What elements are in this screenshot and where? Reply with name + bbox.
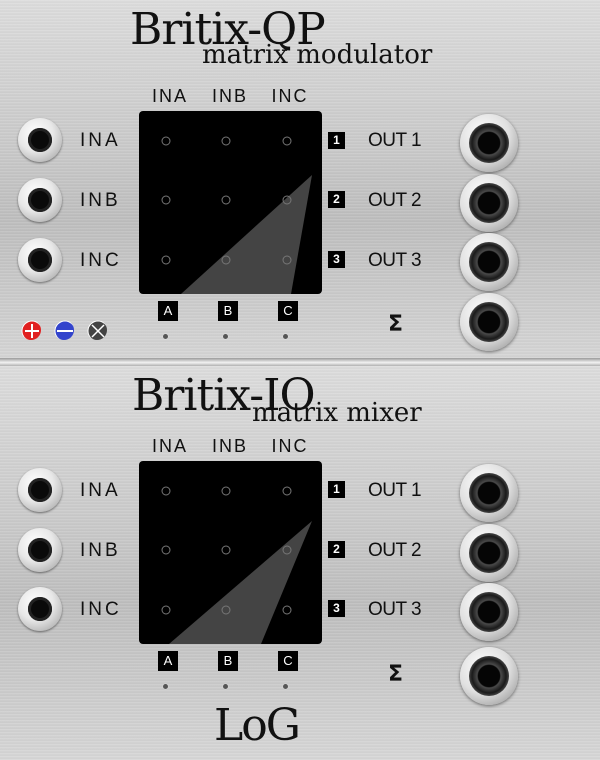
row-number-2: 2: [328, 191, 345, 208]
input-jack-ina[interactable]: [18, 468, 62, 512]
matrix-node[interactable]: [282, 486, 292, 496]
matrix-node[interactable]: [161, 605, 171, 615]
output-jack-sum[interactable]: [460, 293, 518, 351]
output-jack-2[interactable]: [460, 174, 518, 232]
output-label-1: OUT 1: [368, 480, 422, 501]
module-britix-qp: Britix-QP matrix modulator INA INB INC I…: [0, 0, 600, 366]
output-label-3: OUT 3: [368, 599, 422, 620]
column-letter-c: C: [278, 651, 298, 671]
matrix-node[interactable]: [161, 195, 171, 205]
brand-logo: LoG: [214, 700, 301, 751]
cross-icon: [87, 320, 107, 340]
column-label-ina: INA: [151, 436, 188, 456]
matrix-grid[interactable]: [139, 111, 322, 294]
input-jack-inc[interactable]: [18, 238, 62, 282]
output-jack-3[interactable]: [460, 233, 518, 291]
matrix-node[interactable]: [161, 136, 171, 146]
output-jack-1[interactable]: [460, 114, 518, 172]
output-label-3: OUT 3: [368, 250, 422, 271]
matrix-node[interactable]: [221, 195, 231, 205]
matrix-node[interactable]: [161, 255, 171, 265]
row-number-2: 2: [328, 541, 345, 558]
led-c: [283, 334, 288, 339]
input-jack-ina[interactable]: [18, 118, 62, 162]
matrix-node[interactable]: [221, 136, 231, 146]
input-label-inb: INB: [80, 190, 121, 211]
led-c: [283, 684, 288, 689]
output-jack-sum[interactable]: [460, 647, 518, 705]
row-number-1: 1: [328, 481, 345, 498]
input-label-ina: INA: [80, 480, 121, 501]
matrix-node[interactable]: [282, 605, 292, 615]
input-label-inc: INC: [80, 599, 122, 620]
led-a: [163, 684, 168, 689]
input-label-inb: INB: [80, 540, 121, 561]
led-a: [163, 334, 168, 339]
output-label-1: OUT 1: [368, 130, 422, 151]
matrix-node[interactable]: [221, 545, 231, 555]
input-label-ina: INA: [80, 130, 121, 151]
output-jack-2[interactable]: [460, 524, 518, 582]
matrix-node[interactable]: [161, 545, 171, 555]
column-letter-a: A: [158, 651, 178, 671]
sum-symbol: Σ: [388, 312, 404, 337]
column-letter-c: C: [278, 301, 298, 321]
module-britix-io: Britix-IO matrix mixer INA INB INC INA I…: [0, 366, 600, 760]
output-label-2: OUT 2: [368, 540, 422, 561]
output-jack-3[interactable]: [460, 583, 518, 641]
sum-symbol: Σ: [388, 662, 404, 687]
column-letter-a: A: [158, 301, 178, 321]
input-jack-inb[interactable]: [18, 528, 62, 572]
column-label-inb: INB: [211, 86, 248, 106]
column-label-inc: INC: [271, 86, 309, 106]
row-number-1: 1: [328, 132, 345, 149]
column-letter-b: B: [218, 301, 238, 321]
output-label-2: OUT 2: [368, 190, 422, 211]
output-jack-1[interactable]: [460, 464, 518, 522]
column-letter-b: B: [218, 651, 238, 671]
matrix-ramp-shape: [169, 521, 312, 644]
input-jack-inb[interactable]: [18, 178, 62, 222]
led-b: [223, 684, 228, 689]
matrix-node[interactable]: [161, 486, 171, 496]
led-b: [223, 334, 228, 339]
minus-icon: [54, 320, 74, 340]
input-label-inc: INC: [80, 250, 122, 271]
matrix-grid[interactable]: [139, 461, 322, 644]
column-label-ina: INA: [151, 86, 188, 106]
matrix-ramp-shape: [181, 175, 312, 294]
row-number-3: 3: [328, 251, 345, 268]
matrix-svg: [161, 136, 312, 294]
module-subtitle: matrix mixer: [252, 398, 422, 428]
plus-icon: [21, 320, 41, 340]
row-number-3: 3: [328, 600, 345, 617]
matrix-svg: [161, 486, 312, 644]
matrix-node[interactable]: [221, 486, 231, 496]
column-label-inb: INB: [211, 436, 248, 456]
matrix-node[interactable]: [282, 136, 292, 146]
column-label-inc: INC: [271, 436, 309, 456]
input-jack-inc[interactable]: [18, 587, 62, 631]
module-subtitle: matrix modulator: [202, 40, 433, 70]
